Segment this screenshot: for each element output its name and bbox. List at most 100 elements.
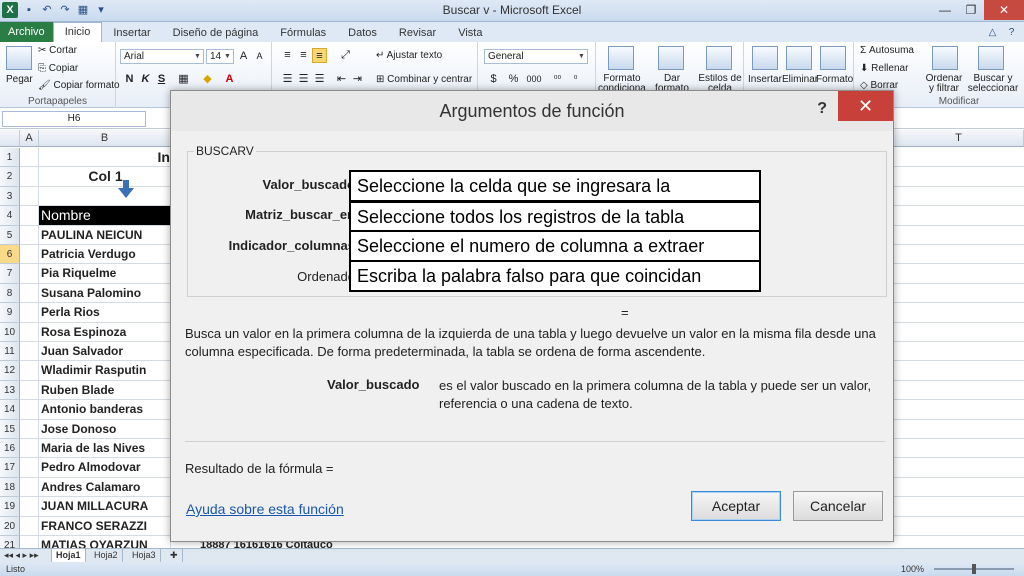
cell-t[interactable] — [894, 284, 1024, 304]
borders-icon[interactable]: ▦ — [176, 72, 191, 87]
cell-b[interactable]: Ruben Blade — [39, 380, 171, 401]
decrease-decimal-icon[interactable]: ⁰ — [568, 72, 583, 87]
fill-button[interactable]: ⬇ Rellenar — [860, 63, 908, 74]
cell-b[interactable]: Pia Riquelme — [39, 264, 171, 284]
currency-icon[interactable]: $ — [486, 72, 501, 87]
format-painter-button[interactable]: 🖌 Copiar formato — [38, 80, 120, 91]
select-all-corner[interactable] — [0, 130, 20, 147]
cell-a[interactable] — [20, 206, 39, 226]
row-header[interactable]: 5 — [0, 225, 20, 245]
cell-t[interactable] — [894, 187, 1024, 207]
cell-t[interactable] — [894, 245, 1024, 265]
cell-a[interactable] — [20, 148, 39, 168]
row-header[interactable]: 17 — [0, 458, 20, 478]
cell-a[interactable] — [20, 245, 39, 265]
cell-t[interactable] — [894, 458, 1024, 478]
cell-a[interactable] — [20, 380, 39, 401]
cell-b[interactable]: Juan Salvador — [39, 342, 171, 362]
row-header[interactable]: 9 — [0, 303, 20, 323]
increase-decimal-icon[interactable]: ⁰⁰ — [550, 72, 565, 87]
row-header[interactable]: 15 — [0, 419, 20, 439]
cell-styles-icon[interactable] — [706, 46, 732, 70]
cell-a[interactable] — [20, 322, 39, 342]
align-bottom-icon[interactable]: ≡ — [312, 48, 327, 63]
cell-t[interactable] — [894, 439, 1024, 459]
column-header-b[interactable]: B — [39, 130, 171, 147]
cell-a[interactable] — [20, 283, 39, 304]
zoom-slider[interactable] — [934, 564, 1014, 574]
cell-t[interactable] — [894, 226, 1024, 245]
delete-cells-button[interactable]: Eliminar — [782, 74, 818, 85]
cell-b[interactable]: Wladimir Rasputin — [39, 361, 171, 381]
close-window-button[interactable]: ✕ — [984, 0, 1024, 20]
cell-t[interactable] — [894, 323, 1024, 342]
cell-a[interactable] — [20, 186, 39, 207]
fill-color-icon[interactable]: ◆ — [200, 72, 215, 87]
ok-button[interactable]: Aceptar — [691, 491, 781, 521]
format-cells-icon[interactable] — [820, 46, 846, 70]
cell-t[interactable] — [894, 303, 1024, 323]
insert-cells-icon[interactable] — [752, 46, 778, 70]
cell-a[interactable] — [20, 419, 39, 439]
row-header[interactable]: 11 — [0, 342, 20, 362]
cell-b[interactable] — [39, 186, 171, 207]
number-format-combo[interactable]: General ▼ — [484, 49, 588, 64]
cell-b[interactable]: Andres Calamaro — [39, 477, 171, 498]
cell-t[interactable] — [894, 497, 1024, 517]
cell-a[interactable] — [20, 225, 39, 245]
align-right-icon[interactable]: ☰ — [312, 72, 327, 87]
annotation-indicador[interactable]: Seleccione el numero de columna a extrae… — [349, 230, 761, 262]
sheet-tab-hoja1[interactable]: Hoja1 — [52, 549, 86, 562]
cell-a[interactable] — [20, 477, 39, 498]
grow-font-icon[interactable]: A — [236, 49, 251, 64]
cell-a[interactable] — [20, 516, 39, 536]
font-name-combo[interactable]: Arial ▼ — [120, 49, 204, 64]
insert-cells-button[interactable]: Insertar — [748, 74, 782, 85]
row-header[interactable]: 7 — [0, 264, 20, 284]
column-header-a[interactable]: A — [20, 130, 39, 147]
paste-icon[interactable] — [6, 46, 32, 70]
cell-t[interactable] — [894, 167, 1024, 187]
cell-b[interactable]: Nombre — [39, 206, 171, 226]
row-header[interactable]: 12 — [0, 361, 20, 381]
tab-insertar[interactable]: Insertar — [102, 24, 161, 42]
thousands-button[interactable]: 000 — [524, 72, 544, 87]
cell-t[interactable] — [894, 381, 1024, 401]
row-header[interactable]: 16 — [0, 439, 20, 459]
new-sheet-icon[interactable]: ✚ — [166, 549, 183, 562]
cell-t[interactable] — [894, 264, 1024, 284]
copy-button[interactable]: ⎘ Copiar — [38, 63, 78, 74]
row-header[interactable]: 6 — [0, 245, 20, 265]
row-header[interactable]: 13 — [0, 380, 20, 401]
cell-a[interactable] — [20, 303, 39, 323]
font-size-combo[interactable]: 14 ▼ — [206, 49, 234, 64]
row-header[interactable]: 18 — [0, 477, 20, 498]
tab-archivo[interactable]: Archivo — [0, 22, 53, 42]
help-link[interactable]: Ayuda sobre esta función — [186, 501, 344, 517]
name-box[interactable]: H6 — [2, 111, 146, 127]
row-header[interactable]: 8 — [0, 283, 20, 304]
row-header[interactable]: 19 — [0, 497, 20, 517]
delete-cells-icon[interactable] — [786, 46, 812, 70]
cell-a[interactable] — [20, 458, 39, 478]
increase-indent-icon[interactable]: ⇥ — [350, 72, 365, 87]
italic-button[interactable]: K — [138, 72, 153, 87]
row-header[interactable]: 3 — [0, 186, 20, 207]
decrease-indent-icon[interactable]: ⇤ — [334, 72, 349, 87]
format-cells-button[interactable]: Formato — [816, 74, 853, 85]
cell-a[interactable] — [20, 497, 39, 517]
cut-button[interactable]: ✂ Cortar — [38, 45, 77, 56]
orientation-icon[interactable]: ⤢ — [338, 48, 353, 63]
cell-b[interactable]: Susana Palomino — [39, 283, 171, 304]
dialog-close-button[interactable]: ✕ — [838, 91, 893, 121]
cell-a[interactable] — [20, 361, 39, 381]
align-middle-icon[interactable]: ≡ — [296, 48, 311, 63]
font-color-icon[interactable]: A — [222, 72, 237, 87]
dialog-help-button[interactable]: ? — [817, 100, 827, 118]
cell-a[interactable] — [20, 439, 39, 459]
cell-b[interactable]: PAULINA NEICUN — [39, 225, 171, 245]
tab-inicio[interactable]: Inicio — [52, 22, 103, 42]
tab-vista[interactable]: Vista — [447, 24, 493, 42]
bold-button[interactable]: N — [122, 72, 137, 87]
annotation-valor-buscado[interactable]: Seleccione la celda que se ingresara la — [349, 170, 761, 202]
